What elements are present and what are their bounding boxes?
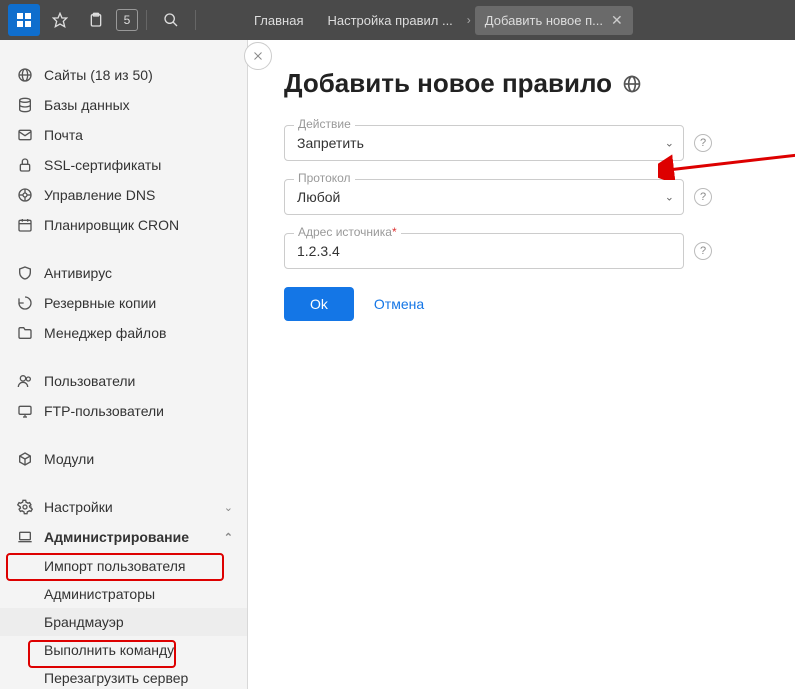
sidebar-item-databases[interactable]: Базы данных [0, 90, 247, 120]
database-icon [14, 96, 36, 114]
globe-icon [14, 66, 36, 84]
ok-button[interactable]: Ok [284, 287, 354, 321]
sidebar: Сайты (18 из 50) Базы данных Почта SSL-с… [0, 40, 248, 689]
main-content: Добавить новое правило Действие Запретит… [248, 40, 795, 689]
sidebar-item-label: Резервные копии [44, 295, 156, 311]
sidebar-subitem-admins[interactable]: Администраторы [0, 580, 247, 608]
sidebar-item-filemanager[interactable]: Менеджер файлов [0, 318, 247, 348]
divider [195, 10, 196, 30]
mail-icon [14, 126, 36, 144]
sidebar-item-label: Управление DNS [44, 187, 155, 203]
divider [146, 10, 147, 30]
help-icon[interactable]: ? [694, 188, 712, 206]
sidebar-item-backups[interactable]: Резервные копии [0, 288, 247, 318]
laptop-icon [14, 528, 36, 546]
sidebar-item-ftpusers[interactable]: FTP-пользователи [0, 396, 247, 426]
sidebar-item-cron[interactable]: Планировщик CRON [0, 210, 247, 240]
sidebar-item-label: FTP-пользователи [44, 403, 164, 419]
sidebar-item-label: Планировщик CRON [44, 217, 179, 233]
sidebar-item-label: Сайты (18 из 50) [44, 67, 153, 83]
shield-icon [14, 264, 36, 282]
sidebar-item-label: Антивирус [44, 265, 112, 281]
action-select[interactable]: Действие Запретить ⌄ [284, 125, 684, 161]
sidebar-subitem-firewall[interactable]: Брандмауэр [0, 608, 247, 636]
lock-icon [14, 156, 36, 174]
sidebar-item-label: Менеджер файлов [44, 325, 167, 341]
sidebar-item-sites[interactable]: Сайты (18 из 50) [0, 60, 247, 90]
sidebar-item-label: Базы данных [44, 97, 130, 113]
breadcrumb-rules[interactable]: Настройка правил ... [317, 7, 462, 34]
search-icon[interactable] [155, 4, 187, 36]
sidebar-item-users[interactable]: Пользователи [0, 366, 247, 396]
collapse-sidebar-button[interactable] [244, 42, 272, 70]
breadcrumb-add-rule[interactable]: Добавить новое п... ✕ [475, 6, 633, 35]
module-icon [14, 450, 36, 468]
dns-icon [14, 186, 36, 204]
gear-icon [14, 498, 36, 516]
sidebar-item-label: Администрирование [44, 529, 189, 545]
help-icon[interactable]: ? [694, 134, 712, 152]
sidebar-item-administration[interactable]: Администрирование ⌃ [0, 522, 247, 552]
sidebar-subitem-import-user[interactable]: Импорт пользователя [0, 552, 247, 580]
protocol-select[interactable]: Протокол Любой ⌄ [284, 179, 684, 215]
backup-icon [14, 294, 36, 312]
sidebar-item-label: Модули [44, 451, 94, 467]
sidebar-item-ssl[interactable]: SSL-сертификаты [0, 150, 247, 180]
help-icon[interactable]: ? [694, 242, 712, 260]
sidebar-item-antivirus[interactable]: Антивирус [0, 258, 247, 288]
topbar: 5 Главная Настройка правил ... › Добавит… [0, 0, 795, 40]
field-label: Действие [294, 117, 355, 131]
breadcrumb: Главная Настройка правил ... › Добавить … [244, 6, 633, 35]
logo-icon[interactable] [8, 4, 40, 36]
users-icon [14, 372, 36, 390]
sidebar-item-dns[interactable]: Управление DNS [0, 180, 247, 210]
sidebar-subitem-run-command[interactable]: Выполнить команду [0, 636, 247, 664]
breadcrumb-home[interactable]: Главная [244, 7, 313, 34]
sidebar-item-label: SSL-сертификаты [44, 157, 161, 173]
sidebar-item-label: Настройки [44, 499, 113, 515]
globe-icon [622, 74, 642, 94]
chevron-up-icon: ⌃ [224, 531, 233, 544]
sidebar-item-label: Пользователи [44, 373, 135, 389]
source-address-field[interactable]: Адрес источника* [284, 233, 684, 269]
star-icon[interactable] [44, 4, 76, 36]
clipboard-icon[interactable] [80, 4, 112, 36]
folder-icon [14, 324, 36, 342]
breadcrumb-label: Добавить новое п... [485, 13, 603, 28]
chevron-down-icon: ⌄ [224, 501, 233, 514]
field-label: Протокол [294, 171, 355, 185]
counter-badge[interactable]: 5 [116, 9, 138, 31]
sidebar-item-mail[interactable]: Почта [0, 120, 247, 150]
cancel-button[interactable]: Отмена [374, 296, 424, 312]
field-label: Адрес источника* [294, 225, 401, 239]
sidebar-item-settings[interactable]: Настройки ⌄ [0, 492, 247, 522]
chevron-right-icon: › [467, 13, 471, 27]
calendar-icon [14, 216, 36, 234]
page-title-text: Добавить новое правило [284, 68, 612, 99]
ftp-icon [14, 402, 36, 420]
sidebar-item-modules[interactable]: Модули [0, 444, 247, 474]
page-title: Добавить новое правило [284, 68, 759, 99]
sidebar-subitem-reboot[interactable]: Перезагрузить сервер [0, 664, 247, 692]
sidebar-item-label: Почта [44, 127, 83, 143]
close-icon[interactable]: ✕ [611, 12, 623, 29]
